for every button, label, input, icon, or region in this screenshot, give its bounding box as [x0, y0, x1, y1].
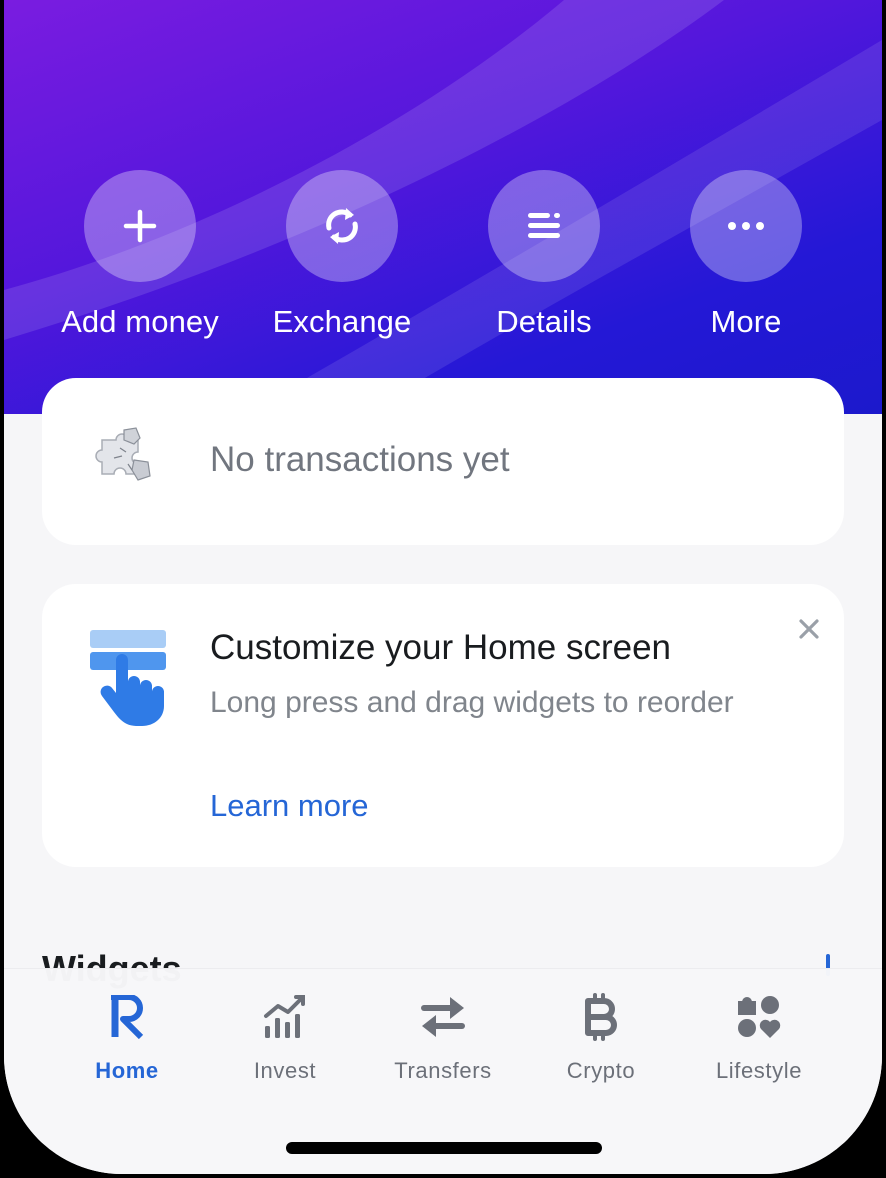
tab-lifestyle[interactable]: Lifestyle: [684, 989, 834, 1084]
lifestyle-icon: [684, 989, 834, 1045]
exchange-icon: [286, 170, 398, 282]
details-button[interactable]: Details: [454, 170, 634, 340]
app-screen: Add money Exchange Details More No trans…: [4, 0, 882, 1174]
tab-invest-label: Invest: [253, 1058, 317, 1083]
tab-crypto[interactable]: Crypto: [526, 989, 676, 1084]
add-money-button[interactable]: Add money: [50, 170, 230, 340]
more-button[interactable]: More: [656, 170, 836, 340]
no-transactions-text: No transactions yet: [210, 440, 510, 479]
tab-home[interactable]: Home: [52, 989, 202, 1084]
tab-transfers[interactable]: Transfers: [368, 989, 518, 1084]
exchange-label: Exchange: [272, 304, 412, 339]
exchange-button[interactable]: Exchange: [252, 170, 432, 340]
invest-chart-icon: [210, 989, 360, 1045]
bitcoin-icon: [526, 989, 676, 1045]
details-icon: [488, 170, 600, 282]
revolut-r-icon: [52, 989, 202, 1045]
drag-widget-icon: [86, 630, 166, 731]
customize-description: Long press and drag widgets to reorder: [210, 686, 734, 719]
transactions-card[interactable]: No transactions yet: [42, 378, 844, 545]
close-icon[interactable]: [794, 614, 824, 644]
tab-lifestyle-label: Lifestyle: [715, 1058, 803, 1083]
details-label: Details: [496, 304, 592, 339]
hero-header: Add money Exchange Details More: [4, 0, 882, 414]
tab-transfers-label: Transfers: [394, 1058, 492, 1083]
tab-home-label: Home: [95, 1058, 159, 1083]
more-label: More: [710, 304, 782, 339]
customize-title: Customize your Home screen: [210, 628, 671, 667]
phone-frame: Add money Exchange Details More No trans…: [0, 0, 886, 1178]
learn-more-link[interactable]: Learn more: [210, 788, 369, 824]
more-icon: [690, 170, 802, 282]
tab-crypto-label: Crypto: [566, 1058, 636, 1083]
tab-invest[interactable]: Invest: [210, 989, 360, 1084]
puzzle-icon: [94, 424, 160, 495]
transfers-icon: [368, 989, 518, 1045]
customize-home-card: Customize your Home screen Long press an…: [42, 584, 844, 867]
home-indicator[interactable]: [286, 1142, 602, 1154]
add-money-label: Add money: [61, 304, 219, 339]
plus-icon: [84, 170, 196, 282]
